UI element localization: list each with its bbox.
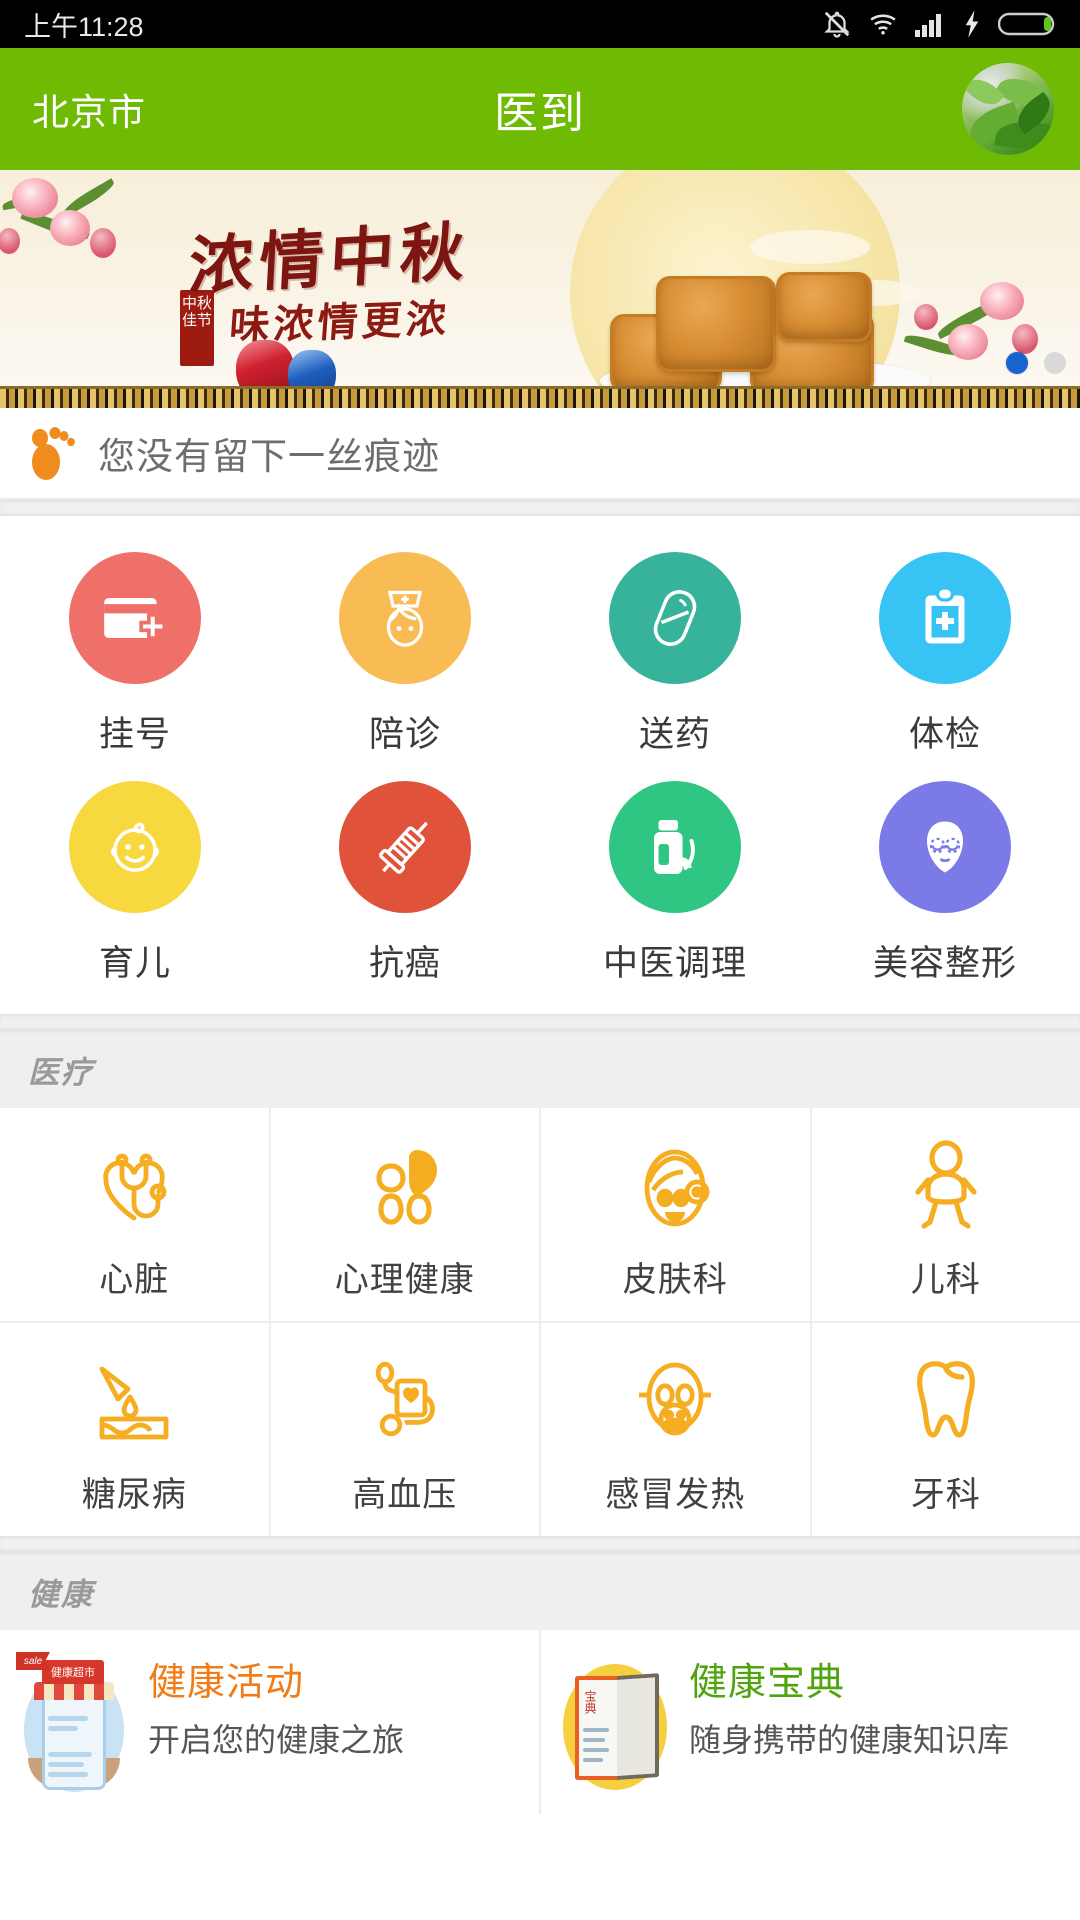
service-label: 抗癌 — [368, 944, 441, 983]
service-row-2: 育儿 抗癌 中医调理 美容整形 — [0, 767, 1080, 996]
facial-skin-icon — [623, 1134, 727, 1238]
medical-row-1: 心脏 心理健康 皮肤科 儿科 — [0, 1108, 1080, 1321]
face-mask-icon — [623, 1349, 727, 1453]
signal-icon — [915, 14, 941, 37]
health-card-desc: 开启您的健康之旅 — [148, 1721, 405, 1758]
service-item-songyao[interactable]: 送药 — [540, 538, 810, 767]
medical-card-icon — [69, 552, 201, 684]
health-supermarket-icon: 健康超市 sale — [16, 1652, 130, 1792]
service-label: 陪诊 — [368, 715, 441, 754]
service-label: 体检 — [908, 715, 981, 754]
health-card-title: 健康活动 — [148, 1662, 305, 1704]
category-label: 感冒发热 — [605, 1476, 746, 1514]
sale-flag: sale — [16, 1652, 50, 1670]
section-title: 医疗 — [28, 1054, 94, 1090]
mind-heart-icon — [353, 1134, 457, 1238]
tooth-icon — [894, 1349, 998, 1453]
promo-banner-carousel[interactable]: 中秋佳节 浓情中秋 味浓情更浓 — [0, 170, 1080, 408]
service-item-guahao[interactable]: 挂号 — [0, 538, 270, 767]
clipboard-health-icon — [879, 552, 1011, 684]
blood-pressure-monitor-icon — [353, 1349, 457, 1453]
service-grid: 挂号 陪诊 送药 体检 育儿 抗癌 中医调理 美容整形 — [0, 516, 1080, 1014]
service-item-tijian[interactable]: 体检 — [810, 538, 1080, 767]
carousel-dot-inactive[interactable] — [1044, 352, 1066, 374]
health-card-desc: 随身携带的健康知识库 — [689, 1721, 1010, 1758]
health-card-text: 健康活动 开启您的健康之旅 — [148, 1652, 404, 1760]
service-item-peizhen[interactable]: 陪诊 — [270, 538, 540, 767]
medical-category-grid: 心脏 心理健康 皮肤科 儿科 糖尿病 高血压 感冒发热 牙科 — [0, 1108, 1080, 1536]
section-divider — [0, 500, 1080, 516]
mooncakes-graphic — [600, 254, 930, 404]
baby-face-icon — [69, 781, 201, 913]
flower-decoration-icon — [884, 268, 1080, 398]
category-label: 心理健康 — [334, 1261, 475, 1299]
section-divider — [0, 1536, 1080, 1552]
heart-stethoscope-icon — [82, 1134, 186, 1238]
battery-icon — [998, 12, 1055, 36]
status-icon-tray — [822, 9, 1058, 39]
footprint-icon — [32, 427, 75, 480]
service-label: 美容整形 — [872, 944, 1017, 983]
capsule-pill-icon — [609, 552, 741, 684]
app-bar: 北京市 医到 — [0, 48, 1080, 170]
category-item-tangniaobing[interactable]: 糖尿病 — [0, 1323, 271, 1536]
service-item-kangai[interactable]: 抗癌 — [270, 767, 540, 996]
health-card-activity[interactable]: 健康超市 sale 健康活动 开启您的健康之旅 — [0, 1630, 541, 1814]
handbook-cover-text: 宝典 — [583, 1690, 597, 1714]
infant-icon — [894, 1134, 998, 1238]
banner-bottom-strip — [0, 386, 1080, 408]
handbook-icon: 宝典 — [559, 1652, 671, 1792]
service-item-yuer[interactable]: 育儿 — [0, 767, 270, 996]
service-label: 中医调理 — [602, 944, 747, 983]
service-item-zhongyitiaoli[interactable]: 中医调理 — [540, 767, 810, 996]
service-label: 挂号 — [98, 715, 171, 754]
category-label: 皮肤科 — [622, 1261, 728, 1299]
service-label: 育儿 — [98, 944, 171, 983]
medical-row-2: 糖尿病 高血压 感冒发热 牙科 — [0, 1321, 1080, 1536]
charging-bolt-icon — [965, 10, 979, 38]
category-label: 心脏 — [99, 1261, 170, 1299]
service-label: 送药 — [638, 715, 711, 754]
trace-text: 您没有留下一丝痕迹 — [98, 436, 440, 477]
app-screen: 上午11:28 北京市 医到 中秋佳节 浓情中秋 味浓情更浓 您没有留下一丝痕迹… — [0, 0, 1080, 1920]
category-item-erke[interactable]: 儿科 — [812, 1108, 1080, 1321]
category-item-ganmaofare[interactable]: 感冒发热 — [541, 1323, 812, 1536]
wifi-icon — [870, 14, 896, 35]
service-item-meirongzhengxing[interactable]: 美容整形 — [810, 767, 1080, 996]
health-card-handbook[interactable]: 宝典 健康宝典 随身携带的健康知识库 — [541, 1630, 1080, 1814]
section-divider — [0, 1014, 1080, 1030]
health-card-row: 健康超市 sale 健康活动 开启您的健康之旅 宝典 健康宝典 随身携带的健康知… — [0, 1630, 1080, 1814]
nurse-icon — [339, 552, 471, 684]
page-title: 医到 — [494, 89, 586, 138]
herbal-bottle-icon — [609, 781, 741, 913]
category-item-gaoxueya[interactable]: 高血压 — [271, 1323, 541, 1536]
avatar-photo — [962, 63, 1054, 155]
bell-muted-icon — [824, 11, 850, 38]
blood-drop-lancet-icon — [82, 1349, 186, 1453]
status-clock: 上午11:28 — [24, 11, 144, 42]
carousel-dot-active[interactable] — [1006, 352, 1028, 374]
beauty-face-icon — [879, 781, 1011, 913]
category-item-pifuke[interactable]: 皮肤科 — [541, 1108, 812, 1321]
city-selector[interactable]: 北京市 — [32, 82, 146, 136]
section-header-medical: 医疗 — [0, 1030, 1080, 1108]
category-item-xinzang[interactable]: 心脏 — [0, 1108, 271, 1321]
service-row-1: 挂号 陪诊 送药 体检 — [0, 538, 1080, 767]
section-title: 健康 — [28, 1576, 94, 1612]
category-item-yake[interactable]: 牙科 — [812, 1323, 1080, 1536]
category-item-xinlijiankang[interactable]: 心理健康 — [271, 1108, 541, 1321]
flower-decoration-icon — [0, 170, 194, 296]
browsing-trace-row[interactable]: 您没有留下一丝痕迹 — [0, 408, 1080, 500]
health-card-title: 健康宝典 — [689, 1662, 846, 1704]
section-header-health: 健康 — [0, 1552, 1080, 1630]
health-card-text: 健康宝典 随身携带的健康知识库 — [689, 1652, 1009, 1760]
category-label: 牙科 — [910, 1476, 981, 1514]
avatar[interactable] — [962, 63, 1054, 155]
category-label: 儿科 — [910, 1261, 981, 1299]
category-label: 高血压 — [352, 1476, 458, 1514]
syringe-icon — [339, 781, 471, 913]
supermarket-sign: 健康超市 — [42, 1660, 104, 1684]
category-label: 糖尿病 — [81, 1476, 187, 1514]
status-bar: 上午11:28 — [0, 0, 1080, 48]
